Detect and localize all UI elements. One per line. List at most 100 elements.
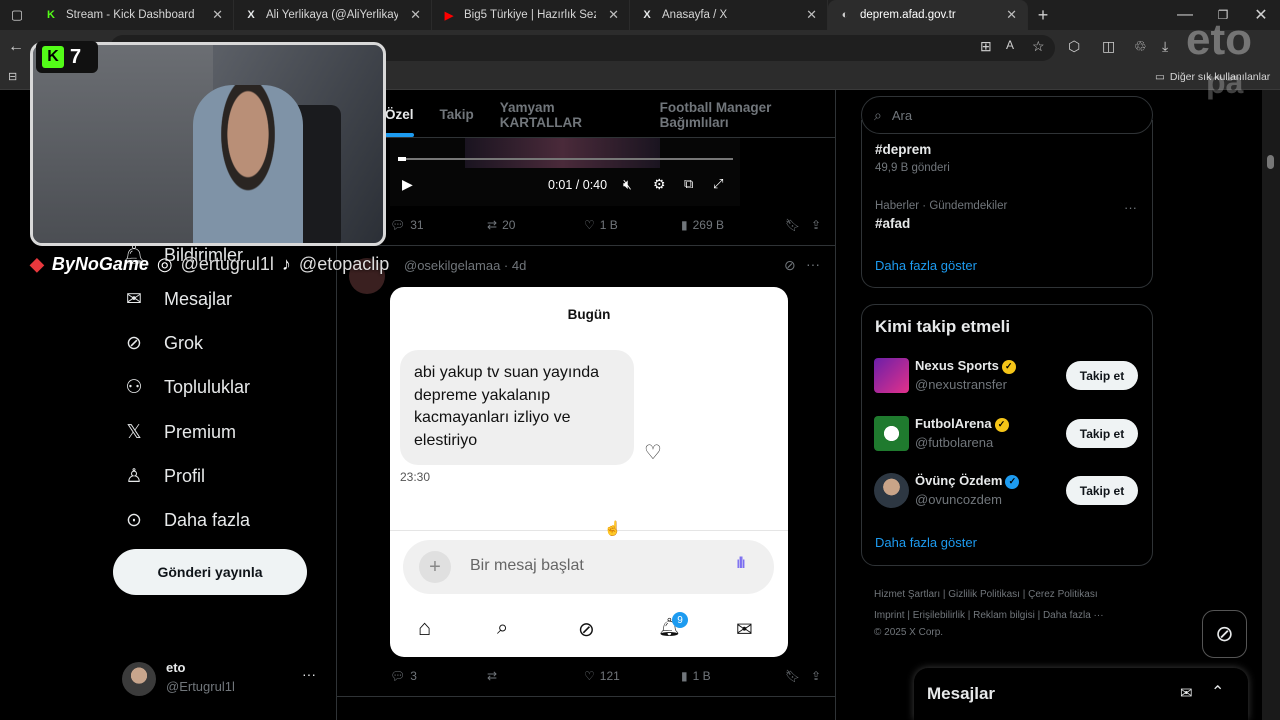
tab-close-icon[interactable]: ✕ bbox=[608, 7, 619, 23]
mouse-cursor-icon: ☝ bbox=[604, 520, 622, 536]
grok-float-button[interactable]: ⊘ bbox=[1202, 610, 1247, 658]
tab-close-icon[interactable]: ✕ bbox=[410, 7, 421, 23]
feed-tab[interactable]: Yamyam KARTALLAR bbox=[500, 100, 634, 130]
footer-link[interactable]: Reklam bilgisi bbox=[973, 610, 1035, 621]
account-switcher[interactable]: eto @Ertugrul1l ··· bbox=[122, 658, 322, 698]
trend-more-icon[interactable]: ··· bbox=[1124, 200, 1137, 215]
footer-link[interactable]: Erişilebilirlik bbox=[913, 610, 965, 621]
mute-icon[interactable]: 🔇︎ bbox=[623, 176, 632, 193]
post2-actions: 💬︎ 3 ⇄ ♡ 121 ▮ 1 B 🔖︎ ⇪ bbox=[390, 669, 825, 683]
post2-image[interactable]: Bugün abi yakup tv suan yayında depreme … bbox=[390, 287, 788, 657]
new-message-icon[interactable]: ✉ bbox=[1180, 684, 1193, 702]
share-icon[interactable]: ⇪ bbox=[811, 669, 821, 683]
trends-show-more[interactable]: Daha fazla göster bbox=[875, 258, 977, 273]
post-button[interactable]: Gönderi yayınla bbox=[113, 549, 307, 595]
person-icon: ♙ bbox=[125, 465, 143, 487]
nav-item-profil[interactable]: ♙ Profil bbox=[122, 464, 205, 488]
nav-item-grok[interactable]: ⊘ Grok bbox=[122, 331, 203, 355]
video-progress-bar[interactable] bbox=[398, 157, 733, 161]
who-to-follow-title: Kimi takip etmeli bbox=[875, 317, 1011, 336]
feed-tab[interactable]: Football Manager Bağımlıları bbox=[660, 100, 835, 130]
tab-title: Ali Yerlikaya (@AliYerlikaya) / X bbox=[266, 9, 399, 21]
feed-tab[interactable]: Takip bbox=[440, 107, 474, 122]
nav-item-topluluklar[interactable]: ⚇ Topluluklar bbox=[122, 375, 250, 399]
scrollbar-thumb[interactable] bbox=[1267, 155, 1274, 169]
favorite-star-icon[interactable]: ☆ bbox=[1032, 38, 1045, 55]
dm-input: + Bir mesaj başlat ıllı bbox=[403, 540, 774, 594]
follow-suggestion[interactable]: Nexus Sports ✓ @nexustransfer bbox=[915, 358, 1016, 392]
download-icon[interactable]: ⤓ bbox=[1162, 38, 1168, 55]
tab-close-icon[interactable]: ✕ bbox=[212, 7, 223, 23]
follow-button[interactable]: Takip et bbox=[1066, 419, 1138, 448]
post-more-icon[interactable]: ··· bbox=[806, 256, 820, 272]
nav-item-premium[interactable]: 𝕏 Premium bbox=[122, 420, 236, 444]
footer-link[interactable]: Daha fazla ··· bbox=[1043, 610, 1104, 621]
page-scrollbar[interactable] bbox=[1262, 90, 1280, 720]
notif-badge: 9 bbox=[672, 612, 688, 628]
nav-item-mesajlar[interactable]: ✉ Mesajlar bbox=[122, 287, 232, 311]
post2-handle[interactable]: @osekilgelamaa · 4d bbox=[404, 258, 526, 273]
tab-close-icon[interactable]: ✕ bbox=[1006, 7, 1017, 23]
repost-button[interactable]: ⇄ bbox=[487, 669, 584, 683]
avatar[interactable] bbox=[874, 473, 909, 508]
trend-item[interactable]: #deprem 49,9 B gönderi bbox=[875, 142, 950, 174]
read-aloud-icon[interactable]: A bbox=[1006, 38, 1014, 52]
browser-tab[interactable]: X Anasayfa / X ✕ bbox=[630, 0, 828, 30]
follow-show-more[interactable]: Daha fazla göster bbox=[875, 535, 977, 550]
bookmark-icon[interactable]: 🔖︎ bbox=[785, 218, 811, 232]
like-button[interactable]: ♡ 1 B bbox=[584, 218, 681, 232]
footer-link[interactable]: Hizmet Şartları bbox=[874, 589, 940, 600]
play-icon[interactable]: ▶ bbox=[402, 176, 413, 193]
social-handles-overlay: ◆ ByNoGame ◎ @ertugrul1l ♪ @etopaclip bbox=[30, 254, 389, 275]
follow-button[interactable]: Takip et bbox=[1066, 361, 1138, 390]
repost-icon: ⇄ bbox=[487, 218, 498, 232]
tab-close-icon[interactable]: ✕ bbox=[806, 7, 817, 23]
views-button[interactable]: ▮ 1 B bbox=[681, 669, 785, 683]
fullscreen-icon[interactable]: ⤢ bbox=[713, 176, 723, 192]
bookmark-icon[interactable]: 🔖︎ bbox=[785, 669, 811, 683]
settings-icon[interactable]: ⚙ bbox=[653, 176, 666, 193]
pip-icon[interactable]: ⧉ bbox=[684, 176, 693, 192]
avatar[interactable] bbox=[874, 416, 909, 451]
follow-suggestion[interactable]: FutbolArena ✓ @futbolarena bbox=[915, 416, 1009, 450]
nav-item-daha-fazla[interactable]: ⊙ Daha fazla bbox=[122, 508, 250, 532]
views-button[interactable]: ▮ 269 B bbox=[681, 218, 785, 232]
avatar[interactable] bbox=[874, 358, 909, 393]
grok-explain-icon[interactable]: ⊘ bbox=[784, 257, 796, 274]
repost-icon: ⇄ bbox=[487, 669, 498, 683]
account-more-icon[interactable]: ··· bbox=[302, 666, 316, 682]
reply-button[interactable]: 💬︎ 31 bbox=[390, 218, 487, 232]
trend-item[interactable]: Haberler · Gündemdekiler #afad bbox=[875, 200, 1007, 231]
share-icon[interactable]: ⇪ bbox=[811, 218, 821, 232]
expand-icon[interactable]: ⌃ bbox=[1211, 682, 1224, 702]
like-button[interactable]: ♡ 121 bbox=[584, 669, 681, 683]
collections-icon[interactable]: ♲ bbox=[1134, 38, 1147, 55]
back-icon[interactable]: ← bbox=[8, 38, 24, 56]
reply-button[interactable]: 💬︎ 3 bbox=[390, 669, 487, 683]
video-player[interactable]: ▶ 0:01 / 0:40 🔇︎ ⚙ ⧉ ⤢ bbox=[390, 138, 740, 206]
feed-tab[interactable]: Özel bbox=[385, 107, 414, 137]
repost-button[interactable]: ⇄ 20 bbox=[487, 218, 584, 232]
apps-icon[interactable]: ⊞ bbox=[980, 38, 992, 55]
collapse-icon[interactable]: ⊟ bbox=[8, 70, 17, 83]
new-tab-button[interactable]: + bbox=[1028, 5, 1058, 26]
suggestion-name: FutbolArena bbox=[915, 416, 992, 431]
suggestion-name: Övünç Özdem bbox=[915, 473, 1003, 488]
browser-tab[interactable]: X Ali Yerlikaya (@AliYerlikaya) / X ✕ bbox=[234, 0, 432, 30]
footer-link[interactable]: Çerez Politikası bbox=[1028, 589, 1097, 600]
footer-link[interactable]: Imprint bbox=[874, 610, 905, 621]
tab-actions-icon[interactable]: ▢ bbox=[0, 0, 34, 30]
tab-title: Big5 Türkiye | Hazırlık Sezonu 2. B bbox=[464, 9, 596, 21]
follow-button[interactable]: Takip et bbox=[1066, 476, 1138, 505]
browser-tab[interactable]: K Stream - Kick Dashboard ✕ bbox=[34, 0, 234, 30]
views-icon: ▮ bbox=[681, 669, 688, 683]
browser-tab[interactable]: ◐ deprem.afad.gov.tr ✕ bbox=[828, 0, 1028, 30]
messages-drawer[interactable]: Mesajlar ✉ ⌃ bbox=[914, 668, 1248, 720]
extensions-icon[interactable]: ⬡ bbox=[1068, 38, 1080, 55]
nav-item-label: Topluluklar bbox=[164, 376, 251, 397]
footer-link[interactable]: Gizlilik Politikası bbox=[948, 589, 1020, 600]
browser-tab[interactable]: ▶ Big5 Türkiye | Hazırlık Sezonu 2. B ✕ bbox=[432, 0, 630, 30]
reply-icon: 💬︎ bbox=[390, 669, 406, 683]
split-screen-icon[interactable]: ◫ bbox=[1102, 38, 1115, 55]
follow-suggestion[interactable]: Övünç Özdem ✓ @ovuncozdem bbox=[915, 473, 1020, 507]
